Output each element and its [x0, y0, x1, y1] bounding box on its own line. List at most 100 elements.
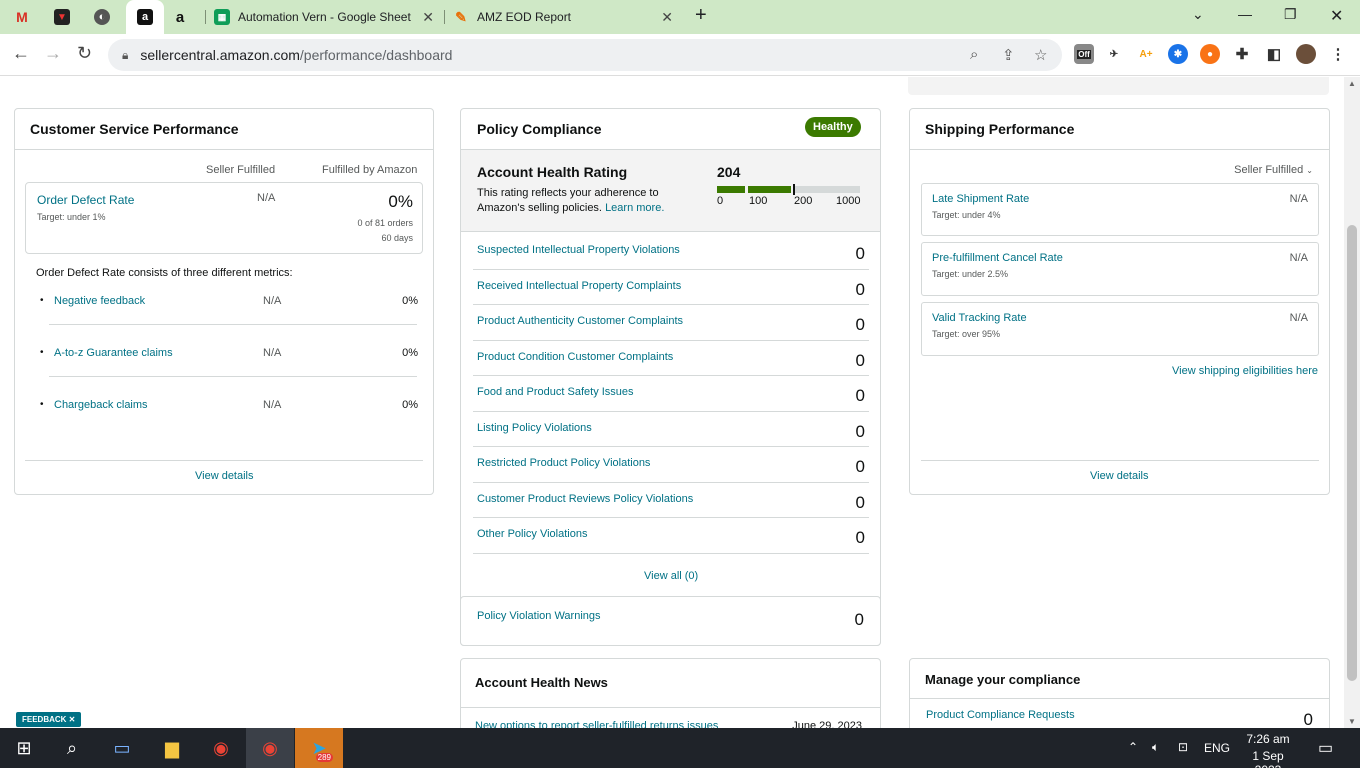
valid-tracking-rate-link[interactable]: Valid Tracking Rate	[932, 312, 1027, 324]
back-icon[interactable]: ←	[12, 43, 30, 64]
extension-orange-icon[interactable]: ●	[1200, 44, 1220, 64]
card-title: Account Health News	[475, 675, 608, 690]
policy-row-count: 0	[855, 492, 865, 512]
view-all-link[interactable]: View all (0)	[644, 570, 698, 582]
policy-row-link[interactable]: Customer Product Reviews Policy Violatio…	[477, 493, 693, 505]
extension-ascout-icon[interactable]: A+	[1136, 44, 1156, 64]
vern-icon: ▼	[54, 9, 70, 25]
policy-warnings-link[interactable]: Policy Violation Warnings	[477, 610, 601, 622]
bookmark-star-icon[interactable]: ☆	[1034, 46, 1047, 64]
policy-row-count: 0	[855, 279, 865, 299]
page-scrollbar[interactable]: ▲ ▼	[1344, 77, 1360, 728]
minimize-icon[interactable]: —	[1238, 6, 1252, 22]
chrome-icon[interactable]: ◉	[197, 728, 245, 768]
chargeback-claims-link[interactable]: Chargeback claims	[54, 399, 148, 411]
volume-icon[interactable]: 🔈︎	[1152, 740, 1159, 755]
close-tab-icon[interactable]: ✕	[661, 9, 673, 26]
shipping-eligibilities-link[interactable]: View shipping eligibilities here	[1172, 365, 1318, 377]
clock-date[interactable]: 1 Sep 2023	[1238, 749, 1298, 777]
scroll-up-icon[interactable]: ▲	[1348, 79, 1356, 88]
side-panel-icon[interactable]: ◧	[1264, 44, 1284, 64]
notifications-icon[interactable]: ▭	[1318, 738, 1333, 758]
network-icon[interactable]: ⊡	[1178, 740, 1188, 754]
policy-compliance-card: Policy Compliance Healthy Account Health…	[460, 108, 881, 646]
metric-target: Target: under 4%	[932, 210, 1001, 220]
tab-globe[interactable]: ◐	[94, 0, 122, 34]
odr-period: 60 days	[381, 233, 413, 243]
order-defect-rate-link[interactable]: Order Defect Rate	[37, 193, 134, 207]
policy-row-link[interactable]: Suspected Intellectual Property Violatio…	[477, 244, 680, 256]
telegram-icon[interactable]: ➤ 289	[295, 728, 343, 768]
close-tab-icon[interactable]: ✕	[422, 9, 434, 26]
amazon-icon: a	[137, 9, 153, 25]
file-explorer-icon[interactable]: ▆	[148, 728, 196, 768]
policy-row-link[interactable]: Food and Product Safety Issues	[477, 386, 634, 398]
fulfillment-filter-dropdown[interactable]: Seller Fulfilled ⌄	[1234, 164, 1313, 176]
shipping-metric-box: Late Shipment Rate Target: under 4% N/A	[921, 183, 1319, 236]
pre-fulfillment-cancel-rate-link[interactable]: Pre-fulfillment Cancel Rate	[932, 252, 1063, 264]
tab-google-sheet[interactable]: ▦ Automation Vern - Google Sheet ✕	[214, 0, 440, 34]
show-hidden-icons[interactable]: ⌃	[1128, 740, 1138, 754]
policy-row-link[interactable]: Restricted Product Policy Violations	[477, 457, 650, 469]
product-compliance-requests-link[interactable]: Product Compliance Requests	[926, 709, 1075, 721]
chrome-profile-icon[interactable]: ◉	[246, 728, 294, 768]
language-indicator[interactable]: ENG	[1204, 741, 1230, 755]
menu-dots-icon[interactable]: ⋮	[1328, 44, 1348, 64]
tab-gmail[interactable]: M	[14, 0, 42, 34]
atoz-claims-link[interactable]: A-to-z Guarantee claims	[54, 347, 173, 359]
tab-title: AMZ EOD Report	[477, 10, 572, 24]
policy-row-link[interactable]: Product Authenticity Customer Complaints	[477, 315, 683, 327]
policy-row-link[interactable]: Product Condition Customer Complaints	[477, 351, 673, 363]
extension-fly-icon[interactable]: ✈	[1104, 44, 1124, 64]
news-date: June 29, 2023	[792, 720, 862, 728]
news-item-link[interactable]: New options to report seller-fulfilled r…	[475, 720, 718, 728]
address-bar[interactable]: 🔒︎ sellercentral.amazon.com/performance/…	[108, 39, 1062, 71]
ahr-scale-label: 0	[717, 195, 724, 207]
profile-avatar[interactable]	[1296, 44, 1316, 64]
metric-seller-value: N/A	[263, 399, 282, 411]
sheets-icon: ▦	[214, 9, 230, 25]
share-icon[interactable]: ⇪	[1002, 46, 1015, 64]
page-content: Customer Service Performance Seller Fulf…	[0, 77, 1344, 728]
tab-amz-eod-report[interactable]: ✎ AMZ EOD Report ✕	[453, 0, 679, 34]
shipping-metric-box: Valid Tracking Rate Target: over 95% N/A	[921, 302, 1319, 356]
column-header: Fulfilled by Amazon	[322, 164, 418, 176]
scrollbar-thumb[interactable]	[1347, 225, 1357, 681]
extension-blue-icon[interactable]: ✱	[1168, 44, 1188, 64]
search-icon[interactable]: ⌕	[48, 728, 96, 768]
negative-feedback-link[interactable]: Negative feedback	[54, 295, 145, 307]
late-shipment-rate-link[interactable]: Late Shipment Rate	[932, 193, 1029, 205]
extension-off-icon[interactable]: Off	[1074, 44, 1094, 64]
extensions-puzzle-icon[interactable]: ✚	[1232, 44, 1252, 64]
new-tab-button[interactable]: +	[695, 4, 707, 27]
forward-icon[interactable]: →	[44, 43, 62, 64]
view-details-link[interactable]: View details	[195, 470, 254, 482]
windows-start-icon[interactable]: ⊞	[0, 728, 48, 768]
clock-time[interactable]: 7:26 am	[1238, 732, 1298, 746]
desktop-app-icon[interactable]: ▭	[98, 728, 146, 768]
tab-amazon[interactable]: a	[172, 0, 200, 34]
account-health-rating-panel: Account Health Rating This rating reflec…	[461, 149, 880, 232]
policy-row-link[interactable]: Received Intellectual Property Complaint…	[477, 280, 681, 292]
policy-row-link[interactable]: Other Policy Violations	[477, 528, 587, 540]
lock-icon: 🔒︎	[122, 47, 129, 62]
feedback-button[interactable]: FEEDBACK ✕	[16, 712, 82, 727]
close-window-icon[interactable]: ✕	[1330, 6, 1343, 26]
card-title: Customer Service Performance	[30, 121, 239, 137]
odr-orders: 0 of 81 orders	[357, 218, 413, 228]
ahr-description: This rating reflects your adherence to A…	[477, 187, 665, 214]
tab-amazon-active[interactable]: a	[126, 0, 164, 34]
ahr-title: Account Health Rating	[477, 164, 628, 180]
tab-vern[interactable]: ▼	[54, 0, 82, 34]
ahr-bar-segment	[748, 186, 791, 193]
learn-more-link[interactable]: Learn more.	[605, 202, 664, 214]
policy-row-link[interactable]: Listing Policy Violations	[477, 422, 592, 434]
previous-card-edge	[908, 77, 1329, 95]
card-title: Shipping Performance	[925, 121, 1075, 137]
view-details-link[interactable]: View details	[1090, 470, 1149, 482]
zoom-icon[interactable]: ⌕	[970, 46, 978, 63]
reload-icon[interactable]: ↻	[77, 43, 92, 64]
tab-search-icon[interactable]: ⌄	[1192, 6, 1204, 23]
restore-icon[interactable]: ❐	[1284, 6, 1297, 23]
scroll-down-icon[interactable]: ▼	[1348, 717, 1356, 726]
